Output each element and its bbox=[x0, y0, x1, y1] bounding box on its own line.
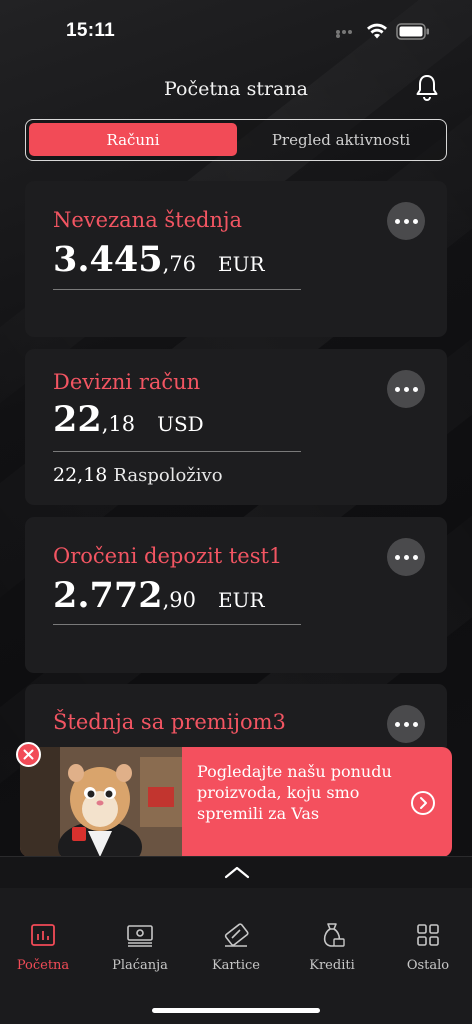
more-options-button[interactable] bbox=[387, 538, 425, 576]
tab-label: Kartice bbox=[211, 958, 261, 973]
close-icon bbox=[23, 749, 34, 760]
account-card[interactable]: Nevezana štednja 3.445,76 EUR bbox=[25, 181, 447, 337]
tab-pocetna[interactable]: Početna bbox=[0, 920, 88, 973]
more-options-button[interactable] bbox=[387, 705, 425, 743]
balance-currency: EUR bbox=[218, 252, 265, 276]
tab-pregled-aktivnosti[interactable]: Pregled aktivnosti bbox=[241, 123, 441, 156]
balance-decimal: ,18 bbox=[101, 412, 136, 436]
tab-label: Ostalo bbox=[406, 958, 450, 973]
tab-placanja[interactable]: Plaćanja bbox=[95, 920, 185, 973]
more-options-button[interactable] bbox=[387, 370, 425, 408]
promo-banner[interactable]: Pogledajte našu ponudu proizvoda, koju s… bbox=[20, 747, 452, 857]
card-icon bbox=[224, 923, 249, 947]
account-card[interactable]: Devizni račun 22,18 USD 22,18 Raspoloživo bbox=[25, 349, 447, 505]
tab-kartice[interactable]: Kartice bbox=[191, 920, 281, 973]
divider bbox=[53, 289, 301, 290]
divider bbox=[53, 451, 301, 452]
available-balance: 22,18 Raspoloživo bbox=[53, 464, 223, 486]
tab-label: Početna bbox=[16, 958, 70, 973]
account-card[interactable]: Štednja sa premijom3 bbox=[25, 684, 447, 754]
available-value: 22,18 bbox=[53, 464, 108, 486]
balance-decimal: ,90 bbox=[162, 588, 197, 612]
account-balance: 2.772,90 EUR bbox=[53, 575, 265, 616]
divider bbox=[53, 624, 301, 625]
chart-icon bbox=[31, 924, 55, 946]
balance-integer: 3.445 bbox=[53, 239, 163, 280]
status-bar: 15:11 bbox=[0, 0, 472, 60]
account-name: Štednja sa premijom3 bbox=[53, 710, 286, 734]
page-title: Početna strana bbox=[164, 78, 308, 100]
bottom-tab-bar: Početna Plaćanja Kartice Krediti Ostalo bbox=[0, 888, 472, 1024]
account-view-switch: Računi Pregled aktivnosti bbox=[25, 119, 447, 161]
balance-currency: USD bbox=[157, 412, 204, 436]
tab-krediti[interactable]: Krediti bbox=[287, 920, 377, 973]
wifi-icon bbox=[367, 23, 387, 39]
balance-integer: 22 bbox=[53, 399, 102, 440]
tab-ostalo[interactable]: Ostalo bbox=[383, 920, 472, 973]
account-card[interactable]: Oročeni depozit test1 2.772,90 EUR bbox=[25, 517, 447, 673]
expand-drawer-handle[interactable] bbox=[0, 856, 472, 888]
more-options-button[interactable] bbox=[387, 202, 425, 240]
grid-icon bbox=[417, 924, 439, 946]
account-balance: 3.445,76 EUR bbox=[53, 239, 265, 280]
money-bag-icon bbox=[323, 923, 345, 947]
account-name: Nevezana štednja bbox=[53, 208, 243, 232]
tab-label: Krediti bbox=[309, 958, 355, 973]
cellular-icon bbox=[336, 30, 358, 38]
balance-integer: 2.772 bbox=[53, 575, 163, 616]
account-name: Devizni račun bbox=[53, 370, 201, 394]
chevron-up-icon bbox=[224, 866, 250, 879]
hamster-mascot-image bbox=[20, 747, 182, 857]
tab-racuni[interactable]: Računi bbox=[29, 123, 237, 156]
promo-text: Pogledajte našu ponudu proizvoda, koju s… bbox=[197, 762, 392, 823]
close-promo-button[interactable] bbox=[16, 742, 41, 767]
payments-icon bbox=[127, 925, 153, 947]
battery-icon bbox=[396, 23, 429, 40]
status-time: 15:11 bbox=[66, 20, 116, 41]
tab-label: Plaćanja bbox=[112, 958, 168, 973]
chevron-right-circle-icon[interactable] bbox=[410, 790, 436, 816]
available-label: Raspoloživo bbox=[113, 465, 223, 486]
home-indicator[interactable] bbox=[152, 1008, 320, 1013]
balance-decimal: ,76 bbox=[162, 252, 197, 276]
balance-currency: EUR bbox=[218, 588, 265, 612]
account-balance: 22,18 USD bbox=[53, 399, 204, 440]
account-name: Oročeni depozit test1 bbox=[53, 544, 283, 568]
bell-icon[interactable] bbox=[412, 72, 442, 102]
